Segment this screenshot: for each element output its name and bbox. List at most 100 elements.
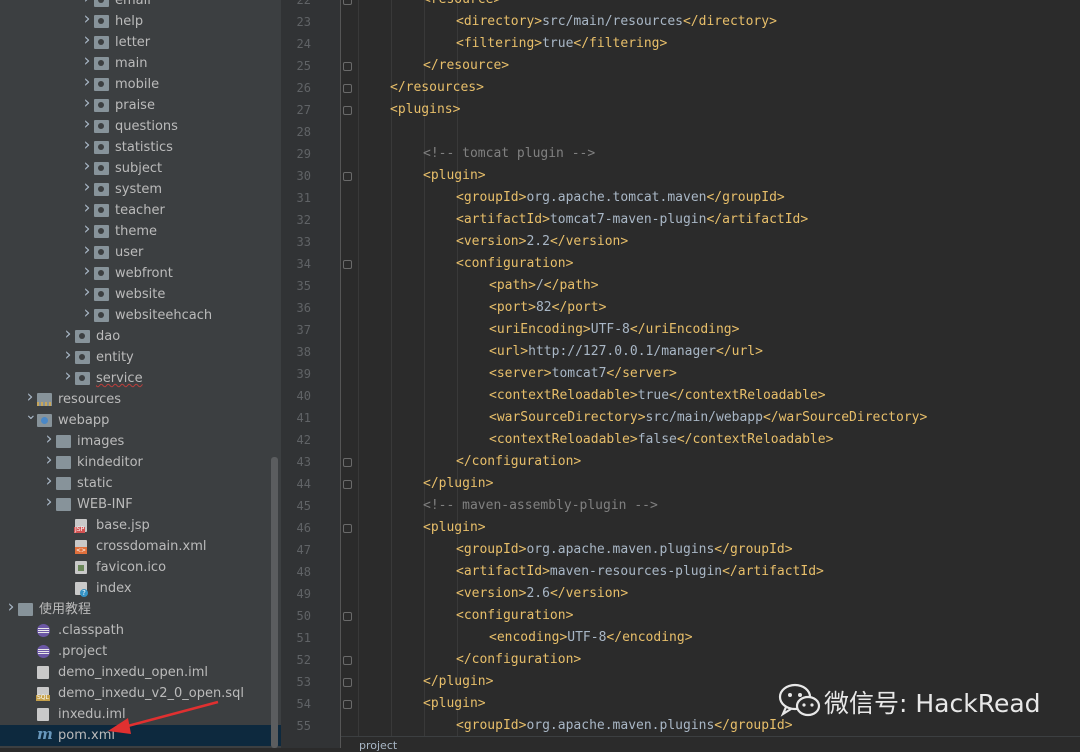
- tree-item[interactable]: › kindeditor: [0, 450, 281, 473]
- tree-item[interactable]: › user: [0, 240, 281, 263]
- tree-item[interactable]: .project: [0, 641, 281, 662]
- tree-item[interactable]: › websiteehcach: [0, 303, 281, 326]
- tree-item[interactable]: › WEB-INF: [0, 492, 281, 515]
- chevron-right-icon[interactable]: ›: [82, 177, 92, 198]
- chevron-right-icon[interactable]: ›: [82, 240, 92, 261]
- code-line[interactable]: <groupId>org.apache.maven.plugins</group…: [456, 539, 793, 561]
- chevron-right-icon[interactable]: ›: [82, 261, 92, 282]
- tree-item[interactable]: › system: [0, 177, 281, 200]
- code-line[interactable]: </resource>: [423, 55, 509, 77]
- code-line[interactable]: <encoding>UTF-8</encoding>: [489, 627, 693, 649]
- code-line[interactable]: <path>/</path>: [489, 275, 599, 297]
- fold-marker-icon[interactable]: [343, 656, 352, 665]
- tree-item[interactable]: › theme: [0, 219, 281, 242]
- tree-item[interactable]: base.jsp: [0, 515, 281, 536]
- code-line[interactable]: </plugin>: [423, 473, 493, 495]
- fold-marker-icon[interactable]: [343, 260, 352, 269]
- tree-item[interactable]: › mobile: [0, 72, 281, 95]
- tree-item[interactable]: › email: [0, 0, 281, 11]
- chevron-right-icon[interactable]: ›: [82, 303, 92, 324]
- code-line[interactable]: <version>2.6</version>: [456, 583, 628, 605]
- code-line[interactable]: </configuration>: [456, 451, 581, 473]
- tree-item[interactable]: › static: [0, 471, 281, 494]
- tree-item[interactable]: › website: [0, 282, 281, 305]
- tree-item[interactable]: › main: [0, 51, 281, 74]
- code-line[interactable]: <configuration>: [456, 605, 573, 627]
- fold-marker-icon[interactable]: [343, 700, 352, 709]
- tree-item[interactable]: crossdomain.xml: [0, 536, 281, 557]
- code-line[interactable]: <directory>src/main/resources</directory…: [456, 11, 777, 33]
- tree-item[interactable]: › webfront: [0, 261, 281, 284]
- code-line[interactable]: <warSourceDirectory>src/main/webapp</war…: [489, 407, 927, 429]
- fold-marker-icon[interactable]: [343, 612, 352, 621]
- code-line[interactable]: <artifactId>tomcat7-maven-plugin</artifa…: [456, 209, 808, 231]
- chevron-right-icon[interactable]: ›: [82, 156, 92, 177]
- tab-project[interactable]: project: [359, 739, 397, 752]
- chevron-right-icon[interactable]: ›: [6, 597, 16, 618]
- tree-item[interactable]: › letter: [0, 30, 281, 53]
- tree-item[interactable]: › service: [0, 366, 281, 389]
- code-line[interactable]: </plugin>: [423, 671, 493, 693]
- tree-item[interactable]: › help: [0, 9, 281, 32]
- tree-item[interactable]: › teacher: [0, 198, 281, 221]
- chevron-right-icon[interactable]: ›: [82, 9, 92, 30]
- code-line[interactable]: </configuration>: [456, 649, 581, 671]
- code-line[interactable]: <resource>: [423, 0, 501, 11]
- tree-item[interactable]: › entity: [0, 345, 281, 368]
- chevron-right-icon[interactable]: ›: [44, 492, 54, 513]
- code-line[interactable]: <url>http://127.0.0.1/manager</url>: [489, 341, 763, 363]
- code-line[interactable]: <!-- tomcat plugin -->: [423, 143, 595, 165]
- tree-item[interactable]: › dao: [0, 324, 281, 347]
- chevron-right-icon[interactable]: ›: [82, 135, 92, 156]
- code-line[interactable]: <groupId>org.apache.maven.plugins</group…: [456, 715, 793, 737]
- fold-marker-icon[interactable]: [343, 62, 352, 71]
- code-line[interactable]: <plugin>: [423, 165, 486, 187]
- code-line[interactable]: <version>2.2</version>: [456, 231, 628, 253]
- code-line[interactable]: <contextReloadable>false</contextReloada…: [489, 429, 833, 451]
- code-line[interactable]: <!-- maven-assembly-plugin -->: [423, 495, 658, 517]
- tree-item[interactable]: m pom.xml: [0, 725, 281, 746]
- chevron-right-icon[interactable]: ›: [44, 450, 54, 471]
- code-line[interactable]: <configuration>: [456, 253, 573, 275]
- tree-item[interactable]: › resources: [0, 387, 281, 410]
- fold-marker-icon[interactable]: [343, 480, 352, 489]
- fold-marker-icon[interactable]: [343, 84, 352, 93]
- fold-marker-icon[interactable]: [343, 678, 352, 687]
- tree-item[interactable]: › 使用教程: [0, 597, 281, 620]
- fold-marker-icon[interactable]: [343, 0, 352, 5]
- code-line[interactable]: <groupId>org.apache.tomcat.maven</groupI…: [456, 187, 785, 209]
- tree-item[interactable]: inxedu.iml: [0, 704, 281, 725]
- tree-item[interactable]: index: [0, 578, 281, 599]
- fold-marker-icon[interactable]: [343, 106, 352, 115]
- tree-item[interactable]: ⌄ webapp: [0, 407, 281, 431]
- code-line[interactable]: <uriEncoding>UTF-8</uriEncoding>: [489, 319, 739, 341]
- fold-marker-icon[interactable]: [343, 524, 352, 533]
- chevron-right-icon[interactable]: ›: [82, 51, 92, 72]
- chevron-right-icon[interactable]: ›: [82, 114, 92, 135]
- tree-item[interactable]: › praise: [0, 93, 281, 116]
- fold-marker-icon[interactable]: [343, 458, 352, 467]
- chevron-right-icon[interactable]: ›: [63, 324, 73, 345]
- code-line[interactable]: <port>82</port>: [489, 297, 606, 319]
- code-line[interactable]: <filtering>true</filtering>: [456, 33, 667, 55]
- chevron-right-icon[interactable]: ›: [63, 345, 73, 366]
- tree-item[interactable]: › questions: [0, 114, 281, 137]
- tree-item[interactable]: demo_inxedu_v2_0_open.sql: [0, 683, 281, 704]
- chevron-down-icon[interactable]: ⌄: [25, 405, 37, 426]
- code-line[interactable]: <contextReloadable>true</contextReloadab…: [489, 385, 826, 407]
- code-line[interactable]: </resources>: [390, 77, 484, 99]
- chevron-right-icon[interactable]: ›: [82, 93, 92, 114]
- code-line[interactable]: <artifactId>maven-resources-plugin</arti…: [456, 561, 824, 583]
- tree-scrollbar[interactable]: [271, 457, 278, 748]
- tree-item[interactable]: demo_inxedu_open.iml: [0, 662, 281, 683]
- code-line[interactable]: <plugin>: [423, 693, 486, 715]
- tree-item[interactable]: › images: [0, 429, 281, 452]
- chevron-right-icon[interactable]: ›: [82, 198, 92, 219]
- chevron-right-icon[interactable]: ›: [82, 219, 92, 240]
- chevron-right-icon[interactable]: ›: [63, 366, 73, 387]
- code-line[interactable]: <server>tomcat7</server>: [489, 363, 677, 385]
- chevron-right-icon[interactable]: ›: [82, 0, 92, 9]
- chevron-right-icon[interactable]: ›: [44, 471, 54, 492]
- tree-item[interactable]: › statistics: [0, 135, 281, 158]
- fold-marker-icon[interactable]: [343, 172, 352, 181]
